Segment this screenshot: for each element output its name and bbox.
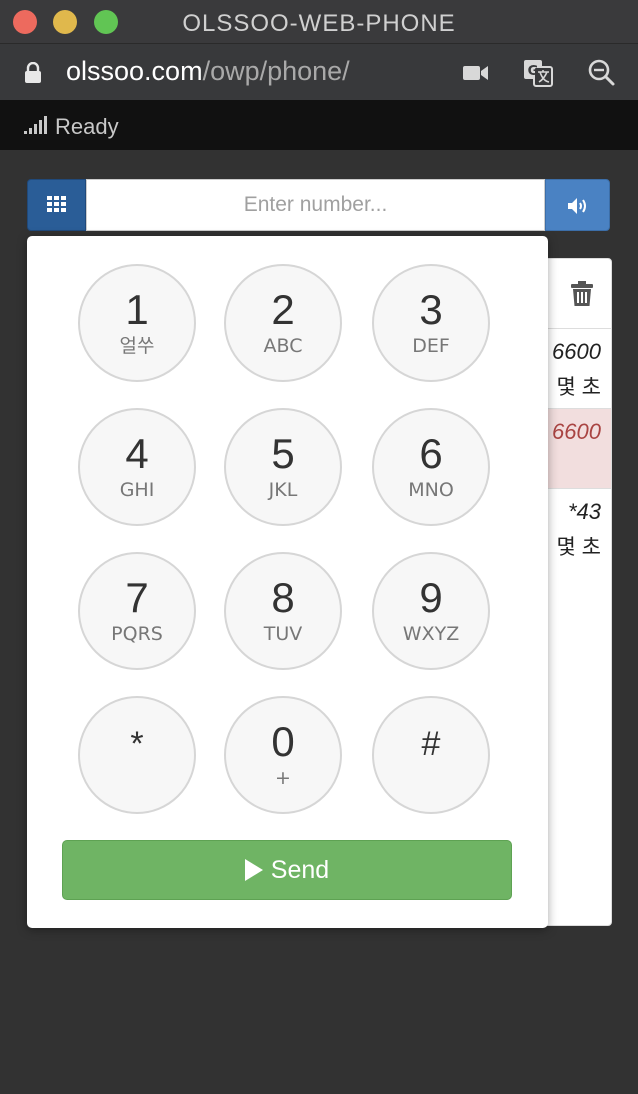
key-digit: 0 (271, 718, 295, 765)
zoom-out-icon[interactable] (586, 58, 618, 88)
url-domain: olssoo.com (66, 56, 203, 86)
key-letters: + (275, 767, 291, 789)
window-title: OLSSOO-WEB-PHONE (182, 10, 456, 37)
key-letters: 얼쑤 (119, 335, 155, 357)
key-digit: 9 (419, 574, 443, 621)
key-digit: 2 (271, 286, 295, 333)
key-hash[interactable]: # (372, 696, 490, 814)
key-star[interactable]: * (78, 696, 196, 814)
history-number: 6600 (552, 419, 601, 444)
key-letters: PQRS (111, 623, 163, 645)
key-digit: 3 (419, 286, 443, 333)
key-digit: 7 (125, 574, 149, 621)
speaker-button[interactable] (545, 179, 610, 231)
key-letters: ABC (263, 335, 303, 357)
history-time: 몇 초 (556, 376, 601, 399)
key-7[interactable]: 7 PQRS (78, 552, 196, 670)
dialpad-popup: 1 얼쑤 2 ABC 3 DEF 4 GHI 5 JKL 6 MNO 7 PQR… (27, 236, 548, 928)
video-camera-icon[interactable] (460, 58, 492, 88)
grid-icon (47, 196, 66, 212)
key-digit: * (130, 725, 144, 763)
key-letters: JKL (268, 479, 298, 501)
key-digit: # (421, 725, 441, 763)
window-titlebar: OLSSOO-WEB-PHONE (0, 0, 638, 44)
status-bar: Ready (0, 100, 638, 150)
svg-text:G: G (528, 64, 539, 79)
key-letters: MNO (408, 479, 454, 501)
url-text[interactable]: olssoo.com/owp/phone/ (66, 56, 350, 87)
lock-icon (25, 62, 41, 83)
keypad-toggle-button[interactable] (27, 179, 86, 231)
key-4[interactable]: 4 GHI (78, 408, 196, 526)
key-letters: WXYZ (402, 623, 460, 645)
key-3[interactable]: 3 DEF (372, 264, 490, 382)
signal-icon (24, 116, 47, 134)
play-icon (244, 859, 263, 881)
volume-icon (568, 198, 586, 214)
key-0[interactable]: 0 + (224, 696, 342, 814)
key-1[interactable]: 1 얼쑤 (78, 264, 196, 382)
trash-icon[interactable] (571, 281, 593, 307)
key-digit: 5 (271, 430, 295, 477)
key-digit: 1 (125, 286, 149, 333)
key-6[interactable]: 6 MNO (372, 408, 490, 526)
key-letters: GHI (119, 479, 155, 501)
key-letters: DEF (412, 335, 450, 357)
key-letters: TUV (263, 623, 303, 645)
key-digit: 8 (271, 574, 295, 621)
url-path: /owp/phone/ (202, 56, 350, 86)
key-digit: 4 (125, 430, 149, 477)
address-bar: olssoo.com/owp/phone/ G (0, 44, 638, 100)
number-input[interactable] (86, 179, 545, 231)
send-button[interactable]: Send (62, 840, 512, 900)
key-5[interactable]: 5 JKL (224, 408, 342, 526)
send-label: Send (270, 855, 330, 884)
key-digit: 6 (419, 430, 443, 477)
translate-icon[interactable]: G (522, 58, 554, 88)
key-9[interactable]: 9 WXYZ (372, 552, 490, 670)
history-number: 6600 (552, 339, 601, 364)
key-8[interactable]: 8 TUV (224, 552, 342, 670)
status-text: Ready (55, 114, 119, 139)
history-number: *43 (567, 499, 601, 524)
key-2[interactable]: 2 ABC (224, 264, 342, 382)
history-time: 몇 초 (556, 536, 601, 559)
